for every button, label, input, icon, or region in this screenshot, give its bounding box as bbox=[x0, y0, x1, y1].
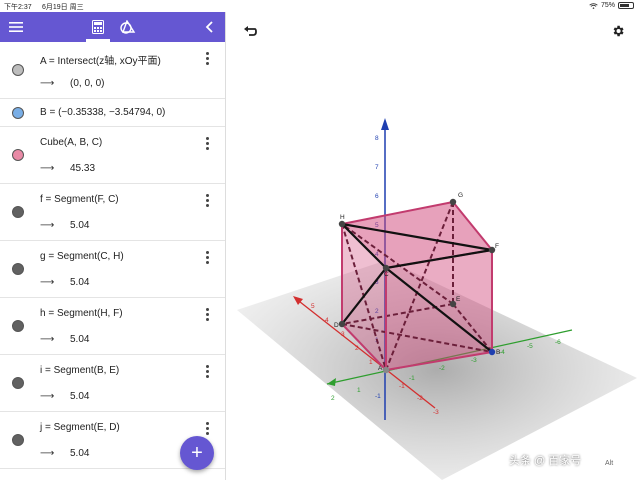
corner-tag: Alt bbox=[605, 460, 614, 467]
algebra-row[interactable]: h = Segment(H, F) ⟶ 5.04 bbox=[0, 298, 225, 355]
more-options-icon[interactable] bbox=[202, 194, 212, 209]
x-tick-label: 1 bbox=[369, 359, 373, 366]
algebra-definition[interactable]: A = Intersect(z轴, xOy平面) bbox=[40, 52, 161, 67]
algebra-definition[interactable]: Cube(A, B, C) bbox=[40, 137, 102, 148]
y-tick-label: -6 bbox=[555, 339, 561, 346]
algebra-definition[interactable]: h = Segment(H, F) bbox=[40, 308, 123, 319]
visibility-toggle[interactable] bbox=[12, 320, 24, 332]
z-tick-label: 7 bbox=[375, 164, 379, 171]
status-time: 下午2:37 bbox=[4, 4, 32, 11]
algebra-row[interactable]: i = Segment(B, E) ⟶ 5.04 bbox=[0, 355, 225, 412]
x-tick-label: 3 bbox=[341, 331, 345, 338]
more-options-icon[interactable] bbox=[202, 52, 212, 67]
point-marker[interactable] bbox=[338, 320, 346, 328]
visibility-toggle[interactable] bbox=[12, 206, 24, 218]
algebra-toolbar bbox=[0, 12, 225, 42]
algebra-value: (0, 0, 0) bbox=[70, 78, 105, 89]
hamburger-icon[interactable] bbox=[8, 19, 24, 35]
algebra-value: 45.33 bbox=[70, 163, 96, 174]
result-arrow: ⟶ bbox=[40, 220, 55, 231]
point-label: E bbox=[456, 296, 461, 303]
algebra-panel: A = Intersect(z轴, xOy平面) ⟶ (0, 0, 0) B = (−… bbox=[0, 12, 226, 480]
result-arrow: ⟶ bbox=[40, 163, 55, 174]
visibility-toggle[interactable] bbox=[12, 64, 24, 76]
result-arrow: ⟶ bbox=[40, 391, 55, 402]
algebra-row[interactable]: g = Segment(C, H) ⟶ 5.04 bbox=[0, 241, 225, 298]
algebra-definition[interactable]: j = Segment(E, D) bbox=[40, 422, 120, 433]
more-options-icon[interactable] bbox=[202, 365, 212, 380]
result-arrow: ⟶ bbox=[40, 277, 55, 288]
visibility-toggle[interactable] bbox=[12, 107, 24, 119]
algebra-value: 5.04 bbox=[70, 277, 90, 288]
more-options-icon[interactable] bbox=[202, 251, 212, 266]
algebra-row[interactable]: f = Segment(F, C) ⟶ 5.04 bbox=[0, 184, 225, 241]
algebra-definition[interactable]: i = Segment(B, E) bbox=[40, 365, 119, 376]
add-input-button[interactable]: + bbox=[180, 436, 214, 470]
point-marker[interactable] bbox=[338, 220, 346, 228]
z-tick-label: -1 bbox=[375, 393, 381, 400]
algebra-value: 5.04 bbox=[70, 334, 90, 345]
x-tick-label: 2 bbox=[355, 345, 359, 352]
x-tick-label: 5 bbox=[311, 303, 315, 310]
x-tick-label: -1 bbox=[399, 383, 405, 390]
x-tick-label: -3 bbox=[433, 409, 439, 416]
x-tick-label: 4 bbox=[325, 317, 329, 324]
result-arrow: ⟶ bbox=[40, 334, 55, 345]
algebra-definition[interactable]: g = Segment(C, H) bbox=[40, 251, 124, 262]
y-tick-label: -5 bbox=[527, 343, 533, 350]
algebra-definition[interactable]: B = (−0.35338, −3.54794, 0) bbox=[40, 107, 165, 118]
algebra-value: 5.04 bbox=[70, 391, 90, 402]
algebra-row[interactable]: A = Intersect(z轴, xOy平面) ⟶ (0, 0, 0) bbox=[0, 42, 225, 99]
y-tick-label: -2 bbox=[439, 365, 445, 372]
result-arrow: ⟶ bbox=[40, 448, 55, 459]
shapes-icon[interactable] bbox=[120, 19, 136, 35]
visibility-toggle[interactable] bbox=[12, 263, 24, 275]
algebra-value: 5.04 bbox=[70, 220, 90, 231]
y-tick-label: 2 bbox=[331, 395, 335, 402]
status-bar: 下午2:37 6月19日 周三 75% bbox=[0, 0, 640, 12]
y-tick-label: 1 bbox=[357, 387, 361, 394]
z-axis-arrow bbox=[381, 118, 389, 130]
battery-percent: 75% bbox=[600, 2, 615, 9]
graphics-3d-view[interactable]: 8 7 6 5 4 3 2 1 -1 5 4 3 2 1 -1 -2 -3 2 1 -1 -2 -3 -4 -5 -6 bbox=[227, 12, 640, 480]
algebra-list: A = Intersect(z轴, xOy平面) ⟶ (0, 0, 0) B = (−… bbox=[0, 42, 225, 469]
point-label: H bbox=[340, 214, 345, 221]
point-label: C bbox=[384, 271, 389, 278]
point-label: G bbox=[458, 192, 463, 199]
x-tick-label: -2 bbox=[417, 395, 423, 402]
point-marker[interactable] bbox=[488, 348, 496, 356]
visibility-toggle[interactable] bbox=[12, 377, 24, 389]
calculator-icon[interactable] bbox=[90, 19, 106, 35]
z-tick-label: 6 bbox=[375, 193, 379, 200]
y-tick-label: -3 bbox=[471, 357, 477, 364]
algebra-value: 5.04 bbox=[70, 448, 90, 459]
more-options-icon[interactable] bbox=[202, 422, 212, 437]
wifi-icon bbox=[589, 2, 598, 9]
algebra-row[interactable]: Cube(A, B, C) ⟶ 45.33 bbox=[0, 127, 225, 184]
result-arrow: ⟶ bbox=[40, 78, 55, 89]
point-marker[interactable] bbox=[449, 198, 457, 206]
point-label: F bbox=[495, 243, 499, 250]
battery-icon bbox=[618, 2, 634, 9]
y-tick-label: -1 bbox=[409, 375, 415, 382]
point-marker[interactable] bbox=[382, 366, 390, 374]
watermark: 头条 @ 百家号 bbox=[509, 455, 582, 467]
status-right: 75% bbox=[589, 2, 634, 9]
status-date: 6月19日 周三 bbox=[42, 4, 84, 11]
algebra-definition[interactable]: f = Segment(F, C) bbox=[40, 194, 119, 205]
more-options-icon[interactable] bbox=[202, 308, 212, 323]
z-tick-label: 8 bbox=[375, 135, 379, 142]
visibility-toggle[interactable] bbox=[12, 434, 24, 446]
point-label: A bbox=[378, 365, 383, 372]
more-options-icon[interactable] bbox=[202, 137, 212, 152]
point-label: D bbox=[334, 322, 339, 329]
chevron-left-icon[interactable] bbox=[202, 19, 218, 35]
algebra-row[interactable]: B = (−0.35338, −3.54794, 0) bbox=[0, 99, 225, 127]
point-label: B bbox=[496, 349, 500, 356]
visibility-toggle[interactable] bbox=[12, 149, 24, 161]
cube-scene[interactable]: 87654321-1 54321-1-2-3 21-1-2-3-4-5-6 HG… bbox=[227, 12, 640, 480]
